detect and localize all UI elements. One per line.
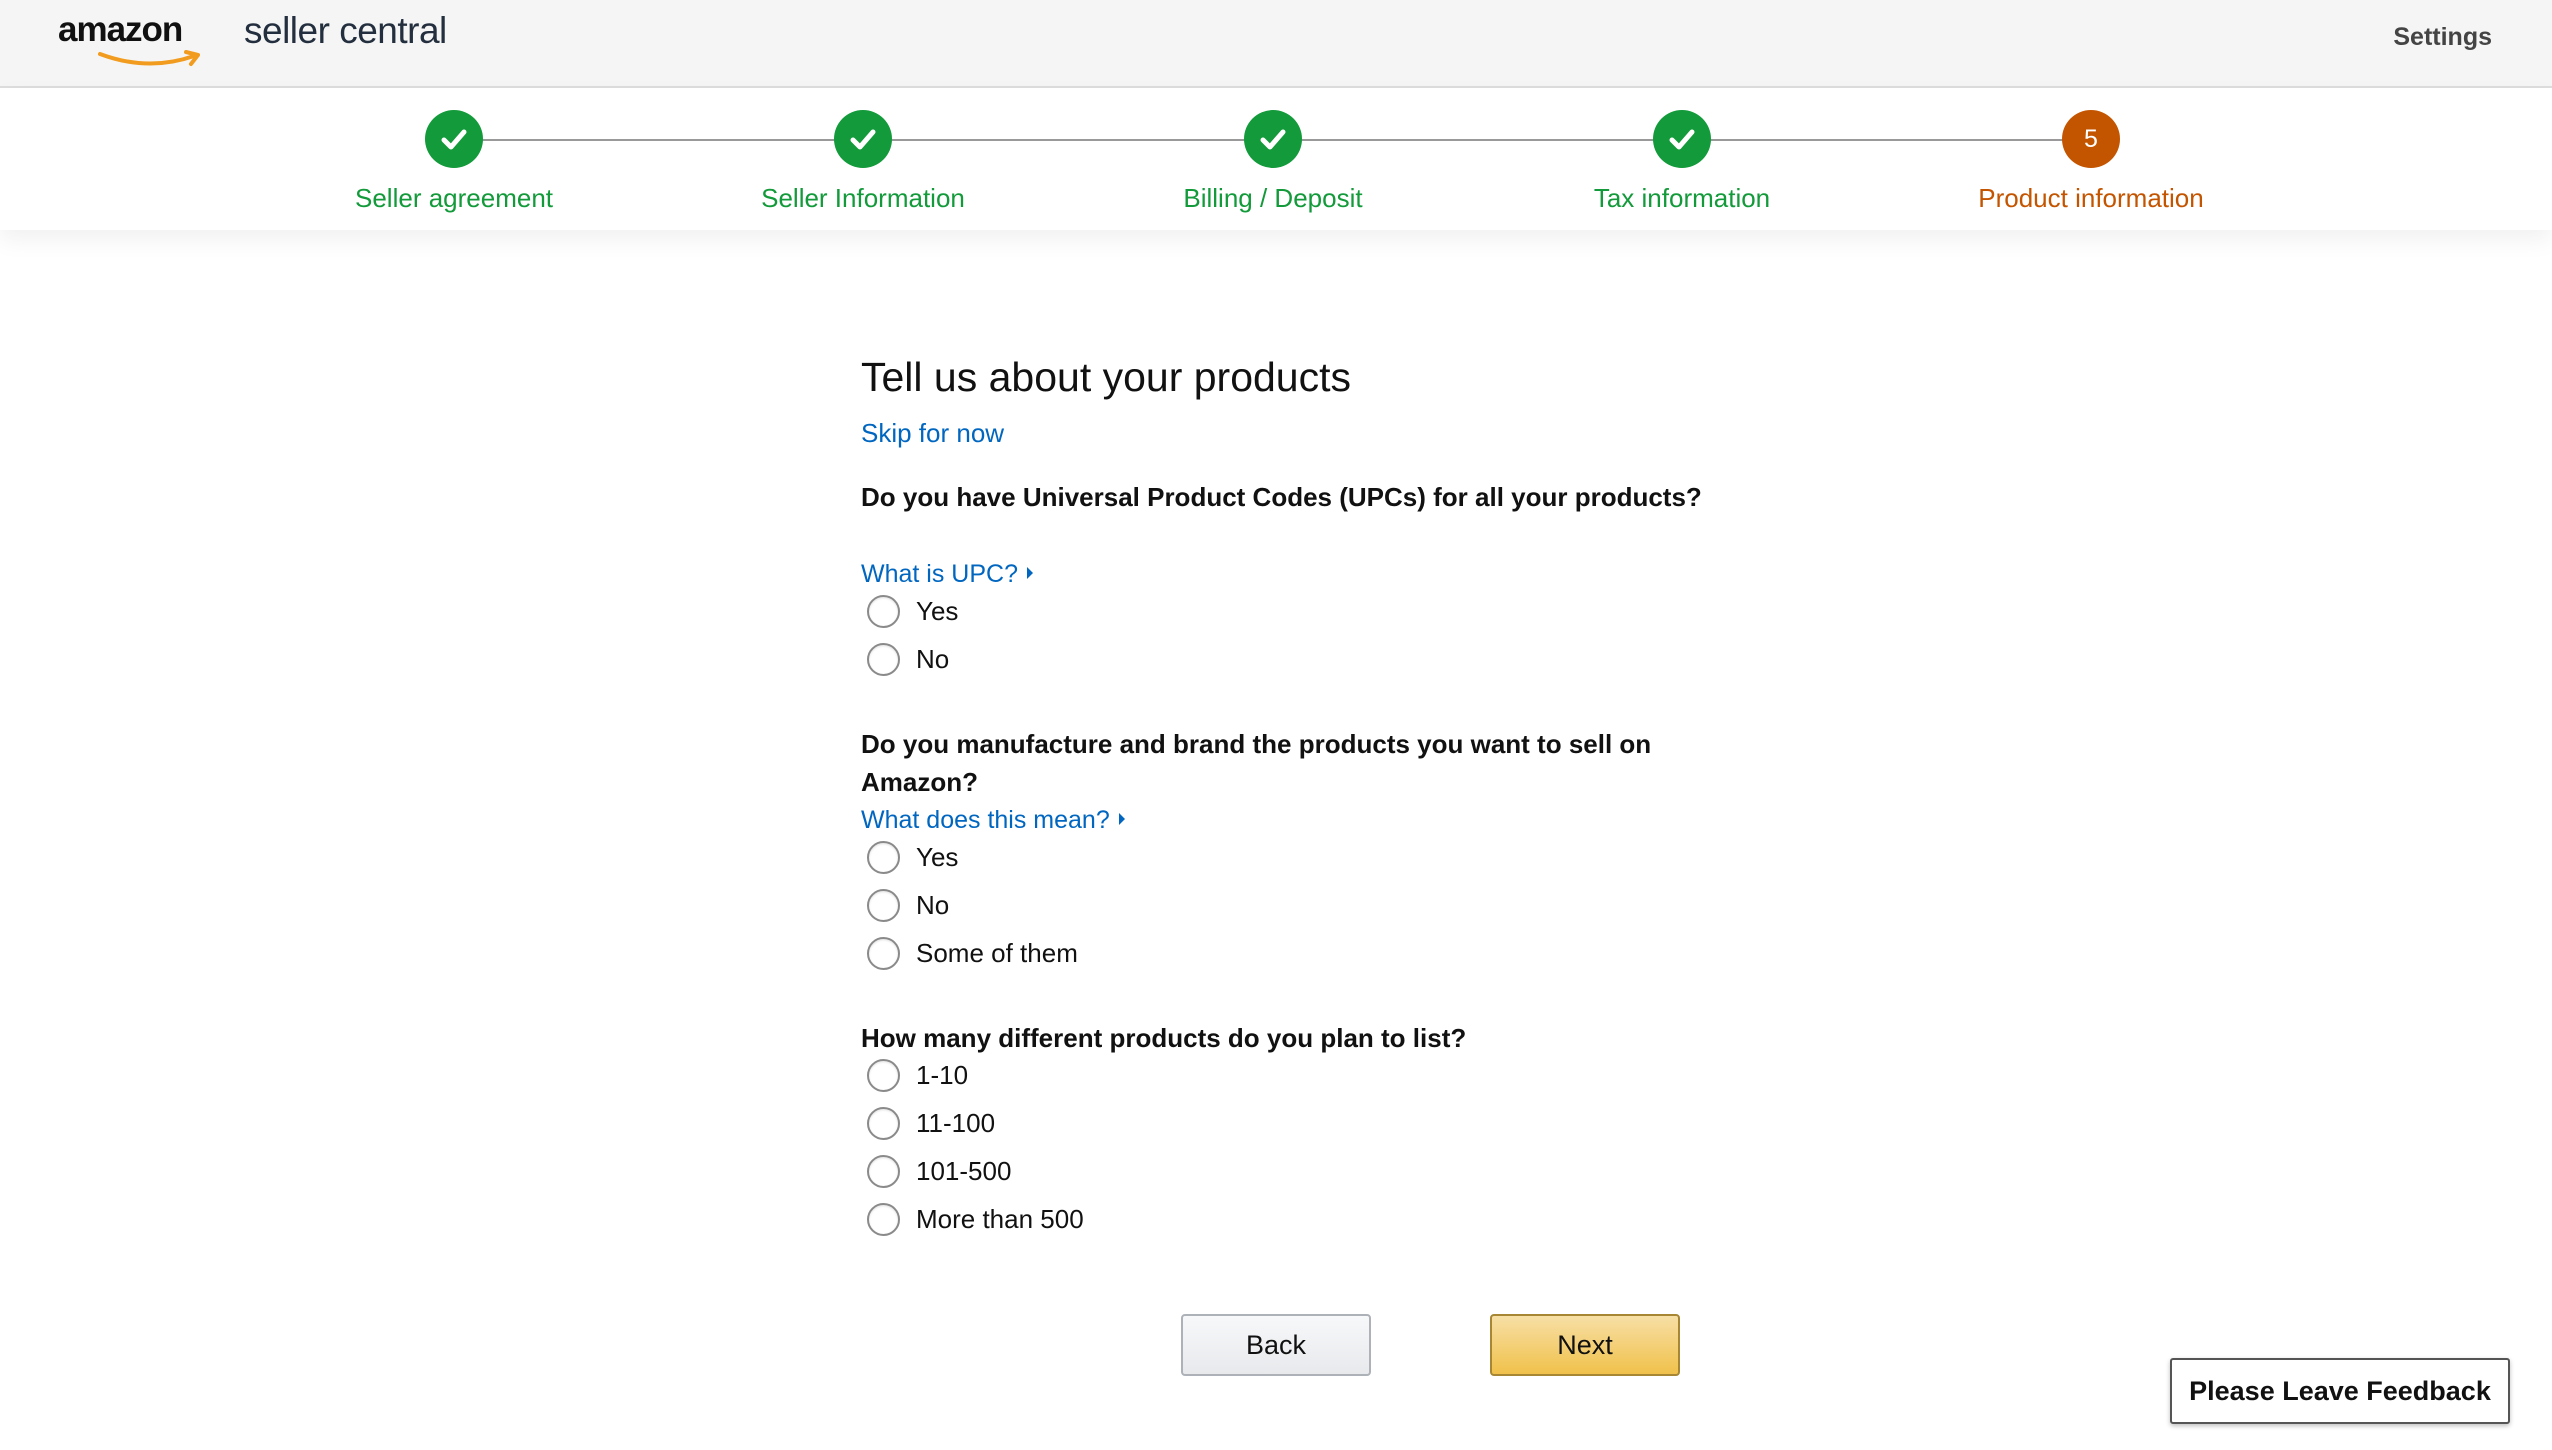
option-label: 1-10 — [916, 1059, 969, 1090]
option-label: More than 500 — [916, 1203, 1084, 1234]
option-label: Some of them — [916, 937, 1078, 968]
back-button[interactable]: Back — [1181, 1314, 1371, 1376]
brand-option-no[interactable]: No — [867, 888, 949, 922]
count-option-more-than-500[interactable]: More than 500 — [867, 1202, 1084, 1236]
skip-for-now-link[interactable]: Skip for now — [861, 418, 1004, 449]
radio-button[interactable] — [867, 1154, 900, 1188]
product-questionnaire: Tell us about your products Skip for now — [861, 350, 1761, 449]
step-label: Billing / Deposit — [1183, 183, 1363, 213]
logo-amazon-text: amazon — [58, 10, 183, 49]
radio-button[interactable] — [867, 1202, 900, 1236]
radio-button[interactable] — [867, 594, 900, 628]
question-manufacture-brand: Do you manufacture and brand the product… — [861, 729, 1652, 797]
logo-seller-central-text: seller central — [244, 10, 447, 51]
upc-option-yes[interactable]: Yes — [867, 594, 958, 628]
step-tax-information: Tax information — [1522, 110, 1842, 214]
count-option-1-10[interactable]: 1-10 — [867, 1058, 968, 1092]
step-seller-agreement: Seller agreement — [294, 110, 614, 214]
caret-right-icon — [1026, 567, 1033, 580]
option-label: Yes — [916, 595, 959, 626]
brand-option-yes[interactable]: Yes — [867, 840, 958, 874]
settings-link[interactable]: Settings — [2393, 23, 2492, 52]
option-label: 11-100 — [916, 1107, 996, 1138]
help-link-label: What is UPC? — [861, 560, 1018, 588]
radio-button[interactable] — [867, 642, 900, 676]
leave-feedback-button[interactable]: Please Leave Feedback — [2170, 1358, 2510, 1424]
option-label: Yes — [916, 841, 959, 872]
step-label: Seller agreement — [355, 183, 553, 213]
radio-button[interactable] — [867, 888, 900, 922]
checkmark-icon — [1244, 110, 1302, 168]
radio-button[interactable] — [867, 1058, 900, 1092]
radio-button[interactable] — [867, 936, 900, 970]
amazon-smile-icon — [98, 50, 200, 66]
step-seller-information: Seller Information — [703, 110, 1023, 214]
option-label: No — [916, 643, 950, 674]
step-label: Seller Information — [761, 183, 965, 213]
count-option-101-500[interactable]: 101-500 — [867, 1154, 1011, 1188]
checkmark-icon — [834, 110, 892, 168]
what-does-this-mean-link[interactable]: What does this mean? — [861, 806, 1125, 835]
count-option-11-100[interactable]: 11-100 — [867, 1106, 995, 1140]
step-billing-deposit: Billing / Deposit — [1113, 110, 1433, 214]
what-is-upc-link[interactable]: What is UPC? — [861, 560, 1033, 589]
next-button[interactable]: Next — [1490, 1314, 1680, 1376]
step-label: Product information — [1978, 183, 2204, 213]
caret-right-icon — [1118, 813, 1125, 826]
top-header: amazon seller central Settings — [0, 0, 2552, 88]
checkmark-icon — [425, 110, 483, 168]
help-link-label: What does this mean? — [861, 806, 1110, 834]
radio-button[interactable] — [867, 840, 900, 874]
step-label: Tax information — [1593, 183, 1771, 213]
option-label: No — [916, 889, 950, 920]
question-upc: Do you have Universal Product Codes (UPC… — [861, 482, 1702, 512]
checkmark-icon — [1653, 110, 1711, 168]
progress-stepper: Seller agreement Seller Information Bill… — [0, 88, 2552, 230]
page-title: Tell us about your products — [861, 354, 1351, 400]
question-product-count: How many different products do you plan … — [861, 1023, 1467, 1053]
brand-option-some[interactable]: Some of them — [867, 936, 1078, 970]
upc-option-no[interactable]: No — [867, 642, 949, 676]
option-label: 101-500 — [916, 1155, 1012, 1186]
radio-button[interactable] — [867, 1106, 900, 1140]
step-product-information: 5 Product information — [1931, 110, 2251, 214]
step-number-badge: 5 — [2062, 110, 2120, 168]
